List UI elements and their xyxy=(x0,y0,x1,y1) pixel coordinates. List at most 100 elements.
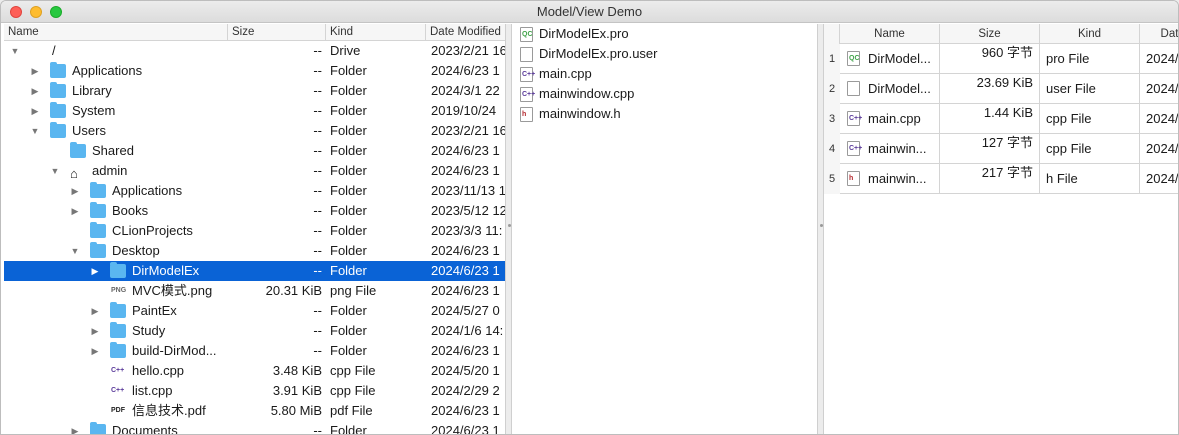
tree-header-name[interactable]: Name xyxy=(4,24,228,41)
table-row[interactable]: 5 h mainwin... 217 字节 h File 2024/ xyxy=(824,164,1178,194)
expand-arrow-icon[interactable]: ▶ xyxy=(70,181,80,201)
file-table-view[interactable]: Name Size Kind Dat 1 QC DirModel... 960 字节 p… xyxy=(824,24,1178,434)
expand-arrow-icon[interactable]: ▶ xyxy=(90,301,100,321)
collapse-arrow-icon[interactable]: ▼ xyxy=(50,161,60,181)
expand-arrow-icon[interactable]: ▶ xyxy=(30,81,40,101)
row-number[interactable]: 5 xyxy=(824,164,840,194)
table-cell-date[interactable]: 2024/ xyxy=(1140,74,1178,104)
expand-arrow-icon[interactable]: ▶ xyxy=(90,261,100,281)
row-number[interactable]: 4 xyxy=(824,134,840,164)
collapse-arrow-icon[interactable]: ▼ xyxy=(70,241,80,261)
tree-row[interactable]: ▶ build-DirMod... -- Folder 2024/6/23 1 xyxy=(4,341,505,361)
folder-icon xyxy=(90,242,106,258)
splitter-handle-right[interactable] xyxy=(817,24,824,434)
row-number[interactable]: 3 xyxy=(824,104,840,134)
table-cell-size[interactable]: 127 字节 xyxy=(940,134,1040,164)
cpp-file-icon: C++ xyxy=(847,141,862,156)
list-item[interactable]: C++ mainwindow.cpp xyxy=(512,84,817,104)
table-cell-kind[interactable]: pro File xyxy=(1040,44,1140,74)
table-header-date[interactable]: Dat xyxy=(1140,24,1178,44)
tree-row[interactable]: ▶ Library -- Folder 2024/3/1 22 xyxy=(4,81,505,101)
tree-row[interactable]: ▼ / -- Drive 2023/2/21 16 xyxy=(4,41,505,61)
table-cell-size[interactable]: 1.44 KiB xyxy=(940,104,1040,134)
pdf-file-icon: PDF xyxy=(111,407,125,414)
list-item[interactable]: QC DirModelEx.pro xyxy=(512,24,817,44)
tree-row[interactable]: ▶ Books -- Folder 2023/5/12 12 xyxy=(4,201,505,221)
table-cell-name[interactable]: h mainwin... xyxy=(840,164,940,194)
file-tree-view[interactable]: Name Size Kind Date Modified ▼ / -- Drive 20… xyxy=(4,24,505,434)
tree-row[interactable]: ▶ Study -- Folder 2024/1/6 14: xyxy=(4,321,505,341)
table-cell-name[interactable]: DirModel... xyxy=(840,74,940,104)
file-list-view[interactable]: QC DirModelEx.pro DirModelEx.pro.user C++ ma… xyxy=(512,24,817,434)
tree-row[interactable]: ▼ Users -- Folder 2023/2/21 16 xyxy=(4,121,505,141)
zoom-window-button[interactable] xyxy=(50,6,62,18)
table-cell-kind[interactable]: h File xyxy=(1040,164,1140,194)
tree-row[interactable]: ▶ PaintEx -- Folder 2024/5/27 0 xyxy=(4,301,505,321)
tree-row[interactable]: ▼ Desktop -- Folder 2024/6/23 1 xyxy=(4,241,505,261)
table-cell-size[interactable]: 23.69 KiB xyxy=(940,74,1040,104)
expand-arrow-icon[interactable]: ▶ xyxy=(70,421,80,434)
table-row[interactable]: 4 C++ mainwin... 127 字节 cpp File 2024/ xyxy=(824,134,1178,164)
table-cell-name[interactable]: C++ mainwin... xyxy=(840,134,940,164)
tree-item-name: PaintEx xyxy=(132,303,177,318)
tree-row[interactable]: CLionProjects -- Folder 2023/3/3 11: xyxy=(4,221,505,241)
table-cell-date[interactable]: 2024/ xyxy=(1140,164,1178,194)
tree-header: Name Size Kind Date Modified xyxy=(4,24,505,41)
table-header-kind[interactable]: Kind xyxy=(1040,24,1140,44)
table-cell-date[interactable]: 2024/ xyxy=(1140,104,1178,134)
tree-row[interactable]: ▶ System -- Folder 2019/10/24 xyxy=(4,101,505,121)
table-cell-size[interactable]: 217 字节 xyxy=(940,164,1040,194)
expand-arrow-icon[interactable]: ▶ xyxy=(30,61,40,81)
tree-header-date[interactable]: Date Modified xyxy=(426,24,505,41)
tree-item-name: Desktop xyxy=(112,243,160,258)
list-item[interactable]: C++ main.cpp xyxy=(512,64,817,84)
list-item-name: mainwindow.cpp xyxy=(539,86,635,101)
tree-row[interactable]: ▶ Applications -- Folder 2023/11/13 1 xyxy=(4,181,505,201)
expand-arrow-icon[interactable]: ▶ xyxy=(30,101,40,121)
image-file-icon: PNG xyxy=(111,287,127,294)
splitter-handle-left[interactable] xyxy=(505,24,512,434)
folder-icon xyxy=(50,62,66,78)
expand-arrow-icon[interactable]: ▶ xyxy=(90,341,100,361)
table-cell-date[interactable]: 2024/ xyxy=(1140,44,1178,74)
row-number[interactable]: 2 xyxy=(824,74,840,104)
table-header-size[interactable]: Size xyxy=(940,24,1040,44)
table-cell-size[interactable]: 960 字节 xyxy=(940,44,1040,74)
tree-row[interactable]: PDF 信息技术.pdf 5.80 MiB pdf File 2024/6/23 1 xyxy=(4,401,505,421)
cpp-file-icon: C++ xyxy=(847,111,862,126)
tree-row[interactable]: ▶ DirModelEx -- Folder 2024/6/23 1 xyxy=(4,261,505,281)
tree-row[interactable]: PNG MVC模式.png 20.31 KiB png File 2024/6/23 1 xyxy=(4,281,505,301)
tree-item-kind: Folder xyxy=(330,123,367,138)
tree-item-size: -- xyxy=(313,183,322,198)
cpp-file-icon: C++ xyxy=(520,67,535,82)
tree-row[interactable]: ▶ Applications -- Folder 2024/6/23 1 xyxy=(4,61,505,81)
collapse-arrow-icon[interactable]: ▼ xyxy=(30,121,40,141)
table-row[interactable]: 1 QC DirModel... 960 字节 pro File 2024/ xyxy=(824,44,1178,74)
table-cell-name[interactable]: QC DirModel... xyxy=(840,44,940,74)
title-bar[interactable]: Model/View Demo xyxy=(1,1,1178,23)
table-header-name[interactable]: Name xyxy=(840,24,940,44)
tree-header-kind[interactable]: Kind xyxy=(326,24,426,41)
tree-row[interactable]: Shared -- Folder 2024/6/23 1 xyxy=(4,141,505,161)
table-row[interactable]: 2 DirModel... 23.69 KiB user File 2024/ xyxy=(824,74,1178,104)
table-cell-kind[interactable]: cpp File xyxy=(1040,104,1140,134)
tree-row[interactable]: C++ hello.cpp 3.48 KiB cpp File 2024/5/20 1 xyxy=(4,361,505,381)
expand-arrow-icon[interactable]: ▶ xyxy=(70,201,80,221)
table-cell-date[interactable]: 2024/ xyxy=(1140,134,1178,164)
tree-row[interactable]: C++ list.cpp 3.91 KiB cpp File 2024/2/29 2 xyxy=(4,381,505,401)
tree-row[interactable]: ▶ Documents -- Folder 2024/6/23 1 xyxy=(4,421,505,434)
tree-item-name: Study xyxy=(132,323,166,338)
list-item[interactable]: DirModelEx.pro.user xyxy=(512,44,817,64)
close-window-button[interactable] xyxy=(10,6,22,18)
table-cell-name[interactable]: C++ main.cpp xyxy=(840,104,940,134)
tree-header-size[interactable]: Size xyxy=(228,24,326,41)
table-row[interactable]: 3 C++ main.cpp 1.44 KiB cpp File 2024/ xyxy=(824,104,1178,134)
collapse-arrow-icon[interactable]: ▼ xyxy=(10,41,20,61)
row-number[interactable]: 1 xyxy=(824,44,840,74)
expand-arrow-icon[interactable]: ▶ xyxy=(90,321,100,341)
table-cell-kind[interactable]: user File xyxy=(1040,74,1140,104)
tree-row[interactable]: ▼ ⌂ admin -- Folder 2024/6/23 1 xyxy=(4,161,505,181)
list-item[interactable]: h mainwindow.h xyxy=(512,104,817,124)
table-cell-kind[interactable]: cpp File xyxy=(1040,134,1140,164)
minimize-window-button[interactable] xyxy=(30,6,42,18)
